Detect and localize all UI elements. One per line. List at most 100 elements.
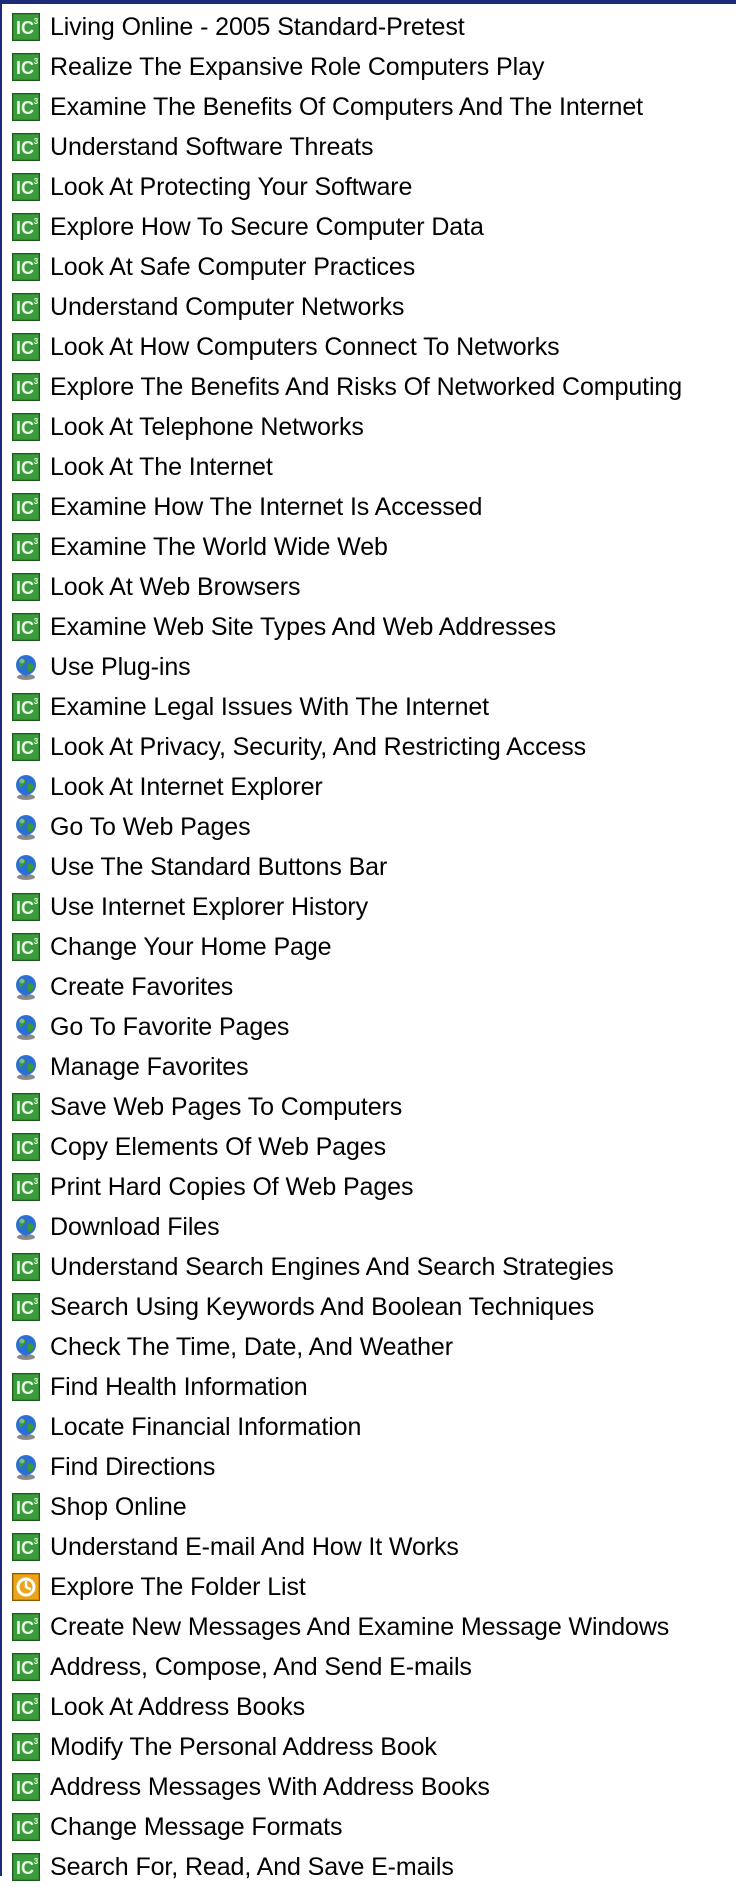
list-item[interactable]: Create Favorites [12,967,682,1007]
list-item-label[interactable]: Look At Internet Explorer [50,767,323,807]
list-item-label[interactable]: Look At Telephone Networks [50,407,364,447]
list-item-label[interactable]: Address Messages With Address Books [50,1767,490,1807]
list-item[interactable]: Go To Favorite Pages [12,1007,682,1047]
list-item-label[interactable]: Look At Protecting Your Software [50,167,412,207]
list-item[interactable]: IC 3 Change Your Home Page [12,927,682,967]
list-item[interactable]: IC 3 Shop Online [12,1487,682,1527]
list-item[interactable]: IC 3 Save Web Pages To Computers [12,1087,682,1127]
list-item[interactable]: IC 3 Find Health Information [12,1367,682,1407]
list-item[interactable]: Use Plug-ins [12,647,682,687]
list-item-label[interactable]: Examine Web Site Types And Web Addresses [50,607,556,647]
list-item-label[interactable]: Create New Messages And Examine Message … [50,1607,669,1647]
list-item-label[interactable]: Go To Favorite Pages [50,1007,289,1047]
globe-icon [12,1013,40,1041]
list-item-label[interactable]: Look At Privacy, Security, And Restricti… [50,727,586,767]
list-item[interactable]: IC 3 Understand E-mail And How It Works [12,1527,682,1567]
list-item[interactable]: IC 3 Living Online - 2005 Standard-Prete… [12,7,682,47]
list-item[interactable]: IC 3 Search Using Keywords And Boolean T… [12,1287,682,1327]
list-item-label[interactable]: Explore The Folder List [50,1567,306,1607]
list-item[interactable]: IC 3 Examine The Benefits Of Computers A… [12,87,682,127]
list-item[interactable]: Find Directions [12,1447,682,1487]
list-item[interactable]: Explore The Folder List [12,1567,682,1607]
list-item-label[interactable]: Look At The Internet [50,447,273,487]
list-item[interactable]: Look At Internet Explorer [12,767,682,807]
list-item[interactable]: IC 3 Use Internet Explorer History [12,887,682,927]
list-item[interactable]: Download Files [12,1207,682,1247]
list-item-label[interactable]: Find Directions [50,1447,215,1487]
list-item-label[interactable]: Understand Computer Networks [50,287,404,327]
list-item[interactable]: IC 3 Look At Web Browsers [12,567,682,607]
list-item[interactable]: IC 3 Modify The Personal Address Book [12,1727,682,1767]
list-item[interactable]: IC 3 Look At Safe Computer Practices [12,247,682,287]
list-item-label[interactable]: Shop Online [50,1487,187,1527]
svg-text:IC: IC [16,1658,34,1678]
list-item[interactable]: IC 3 Explore The Benefits And Risks Of N… [12,367,682,407]
svg-text:3: 3 [34,217,39,226]
svg-text:IC: IC [16,1618,34,1638]
list-item-label[interactable]: Create Favorites [50,967,233,1007]
list-item-label[interactable]: Save Web Pages To Computers [50,1087,402,1127]
list-item[interactable]: IC 3 Address, Compose, And Send E-mails [12,1647,682,1687]
list-item-label[interactable]: Change Message Formats [50,1807,342,1847]
list-item-label[interactable]: Look At Address Books [50,1687,305,1727]
list-item-label[interactable]: Examine Legal Issues With The Internet [50,687,489,727]
list-item-label[interactable]: Find Health Information [50,1367,308,1407]
list-item-label[interactable]: Modify The Personal Address Book [50,1727,437,1767]
list-item[interactable]: IC 3 Search For, Read, And Save E-mails [12,1847,682,1887]
list-item-label[interactable]: Use Plug-ins [50,647,191,687]
list-item-label[interactable]: Look At How Computers Connect To Network… [50,327,560,367]
list-item-label[interactable]: Check The Time, Date, And Weather [50,1327,453,1367]
list-item[interactable]: IC 3 Understand Search Engines And Searc… [12,1247,682,1287]
list-item[interactable]: IC 3 Look At Address Books [12,1687,682,1727]
list-item[interactable]: IC 3 Copy Elements Of Web Pages [12,1127,682,1167]
list-item-label[interactable]: Locate Financial Information [50,1407,361,1447]
svg-text:3: 3 [34,897,39,906]
list-item[interactable]: IC 3 Create New Messages And Examine Mes… [12,1607,682,1647]
list-item[interactable]: IC 3 Look At Protecting Your Software [12,167,682,207]
list-item[interactable]: IC 3 Understand Computer Networks [12,287,682,327]
list-item[interactable]: IC 3 Examine Legal Issues With The Inter… [12,687,682,727]
list-item-label[interactable]: Look At Safe Computer Practices [50,247,415,287]
list-item-label[interactable]: Living Online - 2005 Standard-Pretest [50,7,465,47]
list-item-label[interactable]: Realize The Expansive Role Computers Pla… [50,47,544,87]
list-item[interactable]: IC 3 Address Messages With Address Books [12,1767,682,1807]
list-item[interactable]: IC 3 Understand Software Threats [12,127,682,167]
list-item-label[interactable]: Look At Web Browsers [50,567,301,607]
list-item-label[interactable]: Examine How The Internet Is Accessed [50,487,482,527]
list-item[interactable]: Manage Favorites [12,1047,682,1087]
list-item[interactable]: Check The Time, Date, And Weather [12,1327,682,1367]
list-item[interactable]: Use The Standard Buttons Bar [12,847,682,887]
list-item[interactable]: IC 3 Examine The World Wide Web [12,527,682,567]
list-item-label[interactable]: Understand Search Engines And Search Str… [50,1247,614,1287]
list-item-label[interactable]: Search Using Keywords And Boolean Techni… [50,1287,594,1327]
list-item-label[interactable]: Examine The World Wide Web [50,527,388,567]
list-item-label[interactable]: Use Internet Explorer History [50,887,368,927]
list-item[interactable]: IC 3 Examine How The Internet Is Accesse… [12,487,682,527]
list-item[interactable]: IC 3 Change Message Formats [12,1807,682,1847]
list-item-label[interactable]: Change Your Home Page [50,927,332,967]
list-item-label[interactable]: Print Hard Copies Of Web Pages [50,1167,413,1207]
list-item-label[interactable]: Copy Elements Of Web Pages [50,1127,386,1167]
list-item-label[interactable]: Examine The Benefits Of Computers And Th… [50,87,643,127]
list-item-label[interactable]: Address, Compose, And Send E-mails [50,1647,472,1687]
list-item[interactable]: Go To Web Pages [12,807,682,847]
list-item-label[interactable]: Search For, Read, And Save E-mails [50,1847,454,1887]
list-item-label[interactable]: Use The Standard Buttons Bar [50,847,387,887]
svg-text:IC: IC [16,1378,34,1398]
list-item[interactable]: IC 3 Explore How To Secure Computer Data [12,207,682,247]
list-item[interactable]: IC 3 Look At The Internet [12,447,682,487]
list-item[interactable]: Locate Financial Information [12,1407,682,1447]
list-item-label[interactable]: Download Files [50,1207,220,1247]
list-item-label[interactable]: Explore How To Secure Computer Data [50,207,484,247]
list-item[interactable]: IC 3 Look At Telephone Networks [12,407,682,447]
list-item[interactable]: IC 3 Examine Web Site Types And Web Addr… [12,607,682,647]
list-item-label[interactable]: Go To Web Pages [50,807,251,847]
list-item-label[interactable]: Explore The Benefits And Risks Of Networ… [50,367,682,407]
list-item-label[interactable]: Understand Software Threats [50,127,374,167]
list-item-label[interactable]: Understand E-mail And How It Works [50,1527,459,1567]
list-item[interactable]: IC 3 Print Hard Copies Of Web Pages [12,1167,682,1207]
list-item-label[interactable]: Manage Favorites [50,1047,249,1087]
list-item[interactable]: IC 3 Look At Privacy, Security, And Rest… [12,727,682,767]
list-item[interactable]: IC 3 Look At How Computers Connect To Ne… [12,327,682,367]
list-item[interactable]: IC 3 Realize The Expansive Role Computer… [12,47,682,87]
